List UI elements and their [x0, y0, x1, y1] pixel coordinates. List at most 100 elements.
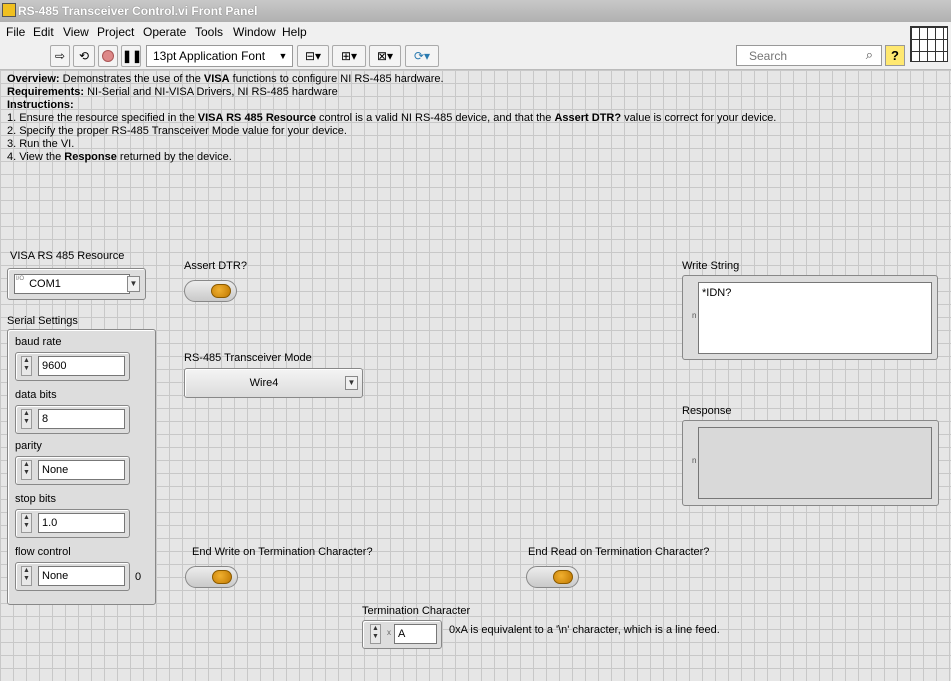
write-string-display-indicator: n [692, 311, 697, 320]
align-objects-button[interactable]: ⊟▾ [297, 45, 329, 67]
chevron-down-icon: ▼ [278, 51, 288, 61]
menu-file[interactable]: File [6, 25, 25, 39]
labview-vi-icon [2, 3, 16, 17]
chevron-down-icon: ▼ [347, 378, 356, 387]
search-box: ⌕ [736, 45, 882, 66]
transceiver-mode-dropdown[interactable]: ▼ [345, 376, 358, 390]
transceiver-mode-ring[interactable]: Wire4 ▼ [184, 368, 363, 398]
visa-resource-dropdown[interactable]: ▼ [127, 276, 140, 292]
serial-settings-label: Serial Settings [7, 315, 78, 327]
menu-edit[interactable]: Edit [33, 25, 54, 39]
flow-control-label: flow control [15, 546, 71, 558]
termination-char-note: 0xA is equivalent to a '\n' character, w… [449, 624, 720, 636]
parity-spinner[interactable]: ▲ ▼ [21, 460, 32, 480]
end-read-button[interactable] [526, 566, 579, 588]
transceiver-mode-label: RS-485 Transceiver Mode [184, 352, 312, 364]
font-selector-label: 13pt Application Font [153, 49, 266, 63]
run-arrow-icon: ⇨ [54, 49, 66, 63]
font-selector[interactable]: 13pt Application Font ▼ [146, 45, 293, 67]
instruction-step-3: 3. Run the VI. [7, 138, 75, 150]
menu-help[interactable]: Help [282, 25, 307, 39]
chevron-down-icon: ▼ [129, 279, 138, 288]
termination-char-field[interactable]: A [394, 624, 437, 644]
abort-button[interactable] [98, 45, 118, 67]
run-continuously-button[interactable]: ⟲ [73, 45, 95, 67]
menu-tools[interactable]: Tools [195, 25, 223, 39]
reorder-button[interactable]: ⟳▾ [405, 45, 439, 67]
write-string-label: Write String [682, 260, 740, 272]
help-icon: ? [891, 48, 899, 63]
pause-icon: ❚❚ [122, 49, 143, 63]
run-button[interactable]: ⇨ [50, 45, 70, 67]
parity-label: parity [15, 440, 42, 452]
window-titlebar: RS-485 Transceiver Control.vi Front Pane… [0, 0, 951, 22]
baud-rate-field[interactable]: 9600 [38, 356, 125, 376]
write-string-input[interactable]: *IDN? [698, 282, 932, 354]
visa-io-icon: I/O [16, 276, 25, 282]
stop-bits-label: stop bits [15, 493, 56, 505]
assert-dtr-button[interactable] [184, 280, 237, 302]
align-objects-icon: ⊟▾ [304, 49, 322, 63]
write-string-value: *IDN? [702, 287, 732, 299]
response-label: Response [682, 405, 732, 417]
flow-control-field[interactable]: None [38, 566, 125, 586]
termination-char-spinner[interactable]: ▲ ▼ [370, 624, 381, 644]
menu-project[interactable]: Project [97, 25, 134, 39]
menu-view[interactable]: View [63, 25, 89, 39]
visa-resource-control[interactable]: I/O COM1 ▼ [7, 268, 146, 300]
menu-window[interactable]: Window [233, 25, 276, 39]
termination-char-radix[interactable]: x [387, 628, 391, 637]
visa-resource-value: COM1 [29, 278, 61, 290]
led-lamp-icon [553, 570, 573, 584]
instruction-step-2: 2. Specify the proper RS-485 Transceiver… [7, 125, 347, 137]
data-bits-label: data bits [15, 389, 57, 401]
end-read-label: End Read on Termination Character? [528, 546, 710, 558]
write-string-control: n *IDN? [682, 275, 938, 360]
visa-resource-label: VISA RS 485 Resource [10, 250, 125, 262]
termination-char-control: ▲ ▼ x A [362, 620, 442, 649]
response-indicator: n [682, 420, 939, 506]
connector-pane-icon[interactable] [910, 26, 948, 62]
data-bits-spinner[interactable]: ▲ ▼ [21, 409, 32, 429]
flow-control-spinner[interactable]: ▲ ▼ [21, 566, 32, 586]
data-bits-field[interactable]: 8 [38, 409, 125, 429]
visa-resource-field[interactable]: I/O COM1 [14, 274, 130, 294]
end-write-button[interactable] [185, 566, 238, 588]
requirements-line: Requirements: NI-Serial and NI-VISA Driv… [7, 86, 338, 98]
end-write-label: End Write on Termination Character? [192, 546, 373, 558]
flow-control-index: 0 [135, 571, 142, 583]
baud-rate-label: baud rate [15, 336, 62, 348]
context-help-button[interactable]: ? [885, 45, 905, 66]
response-display-indicator: n [692, 456, 697, 465]
response-text [698, 427, 932, 499]
search-input[interactable] [737, 46, 847, 65]
stop-bits-field[interactable]: 1.0 [38, 513, 125, 533]
parity-control: ▲ ▼ None [15, 456, 130, 485]
menu-operate[interactable]: Operate [143, 25, 186, 39]
pause-button[interactable]: ❚❚ [121, 45, 143, 67]
instruction-step-4: 4. View the Response returned by the dev… [7, 151, 232, 163]
search-icon[interactable]: ⌕ [866, 47, 873, 63]
baud-rate-control: ▲ ▼ 9600 [15, 352, 130, 381]
window-title: RS-485 Transceiver Control.vi Front Pane… [18, 4, 258, 18]
distribute-objects-button[interactable]: ⊞▾ [332, 45, 366, 67]
led-lamp-icon [212, 570, 232, 584]
data-bits-control: ▲ ▼ 8 [15, 405, 130, 434]
vi-documentation: Overview: Demonstrates the use of the VI… [7, 73, 776, 164]
run-continuously-icon: ⟲ [78, 49, 90, 63]
parity-field[interactable]: None [38, 460, 125, 480]
overview-line: Overview: Demonstrates the use of the VI… [7, 73, 444, 85]
resize-objects-icon: ⊠▾ [376, 49, 394, 63]
baud-rate-spinner[interactable]: ▲ ▼ [21, 356, 32, 376]
stop-bits-spinner[interactable]: ▲ ▼ [21, 513, 32, 533]
resize-objects-button[interactable]: ⊠▾ [369, 45, 401, 67]
assert-dtr-label: Assert DTR? [184, 260, 247, 272]
flow-control-control: ▲ ▼ None [15, 562, 130, 591]
reorder-icon: ⟳▾ [413, 49, 431, 63]
instructions-heading: Instructions: [7, 99, 74, 111]
stop-bits-control: ▲ ▼ 1.0 [15, 509, 130, 538]
termination-char-label: Termination Character [362, 605, 471, 617]
stop-icon [102, 50, 114, 62]
instruction-step-1: 1. Ensure the resource specified in the … [7, 112, 777, 124]
transceiver-mode-value: Wire4 [249, 377, 279, 389]
